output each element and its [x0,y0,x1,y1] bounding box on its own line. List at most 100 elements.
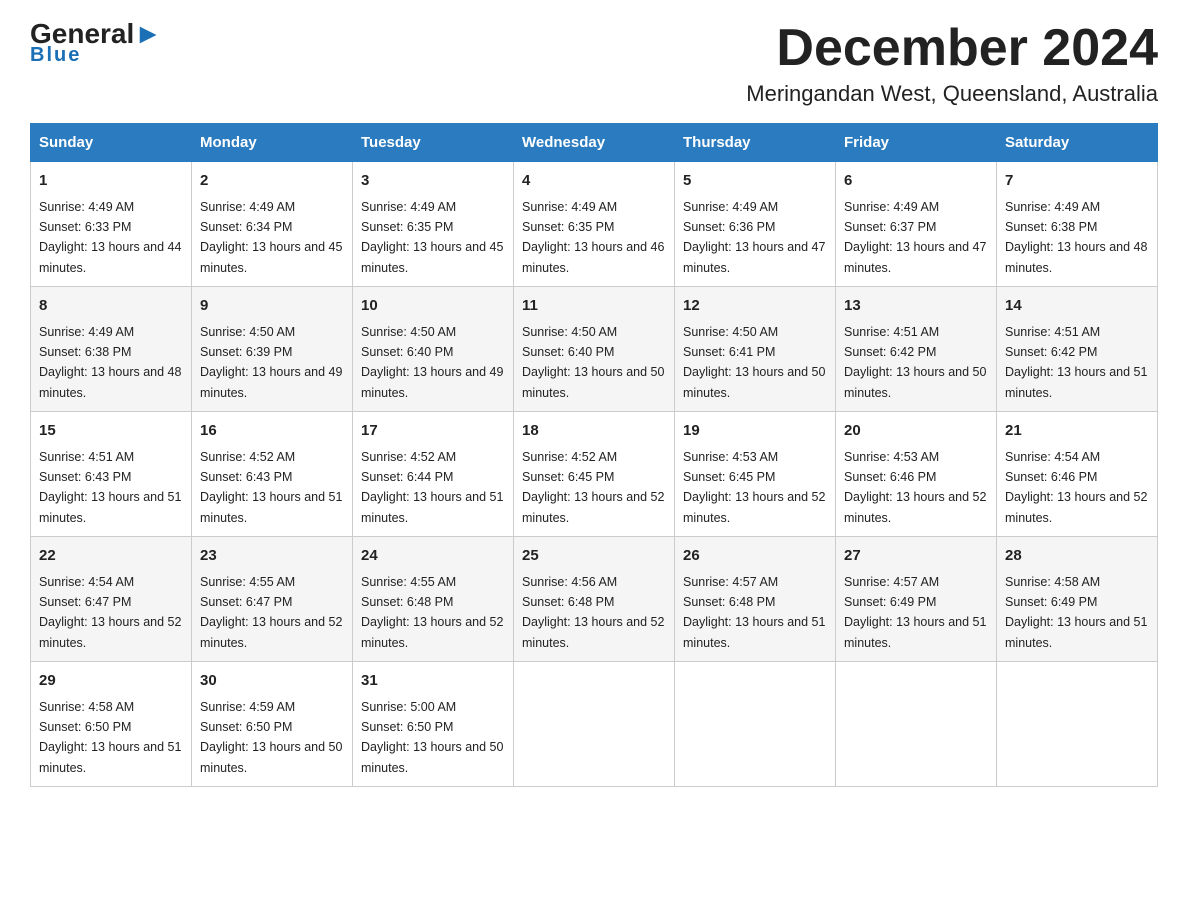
table-row: 7 Sunrise: 4:49 AMSunset: 6:38 PMDayligh… [997,162,1158,287]
table-row [675,662,836,787]
day-number: 25 [522,545,666,568]
day-info: Sunrise: 4:58 AMSunset: 6:50 PMDaylight:… [39,700,181,775]
day-info: Sunrise: 4:51 AMSunset: 6:43 PMDaylight:… [39,450,181,525]
table-row: 30 Sunrise: 4:59 AMSunset: 6:50 PMDaylig… [192,662,353,787]
table-row: 10 Sunrise: 4:50 AMSunset: 6:40 PMDaylig… [353,287,514,412]
table-row: 29 Sunrise: 4:58 AMSunset: 6:50 PMDaylig… [31,662,192,787]
day-number: 19 [683,420,827,443]
day-number: 20 [844,420,988,443]
col-saturday: Saturday [997,124,1158,162]
page-header: General► Blue December 2024 Meringandan … [30,20,1158,107]
logo: General► Blue [30,20,162,67]
table-row: 14 Sunrise: 4:51 AMSunset: 6:42 PMDaylig… [997,287,1158,412]
table-row: 9 Sunrise: 4:50 AMSunset: 6:39 PMDayligh… [192,287,353,412]
day-number: 4 [522,170,666,193]
day-number: 21 [1005,420,1149,443]
day-number: 16 [200,420,344,443]
table-row: 19 Sunrise: 4:53 AMSunset: 6:45 PMDaylig… [675,412,836,537]
day-info: Sunrise: 4:50 AMSunset: 6:39 PMDaylight:… [200,325,342,400]
calendar-week-row: 1 Sunrise: 4:49 AMSunset: 6:33 PMDayligh… [31,162,1158,287]
day-info: Sunrise: 4:49 AMSunset: 6:35 PMDaylight:… [522,200,664,275]
col-monday: Monday [192,124,353,162]
table-row: 22 Sunrise: 4:54 AMSunset: 6:47 PMDaylig… [31,537,192,662]
table-row: 5 Sunrise: 4:49 AMSunset: 6:36 PMDayligh… [675,162,836,287]
day-info: Sunrise: 5:00 AMSunset: 6:50 PMDaylight:… [361,700,503,775]
day-info: Sunrise: 4:49 AMSunset: 6:35 PMDaylight:… [361,200,503,275]
day-number: 13 [844,295,988,318]
table-row: 6 Sunrise: 4:49 AMSunset: 6:37 PMDayligh… [836,162,997,287]
day-info: Sunrise: 4:54 AMSunset: 6:47 PMDaylight:… [39,575,181,650]
day-number: 2 [200,170,344,193]
table-row: 26 Sunrise: 4:57 AMSunset: 6:48 PMDaylig… [675,537,836,662]
day-info: Sunrise: 4:59 AMSunset: 6:50 PMDaylight:… [200,700,342,775]
table-row [836,662,997,787]
day-info: Sunrise: 4:52 AMSunset: 6:43 PMDaylight:… [200,450,342,525]
day-info: Sunrise: 4:53 AMSunset: 6:46 PMDaylight:… [844,450,986,525]
table-row: 13 Sunrise: 4:51 AMSunset: 6:42 PMDaylig… [836,287,997,412]
calendar-title: December 2024 [746,20,1158,77]
day-info: Sunrise: 4:54 AMSunset: 6:46 PMDaylight:… [1005,450,1147,525]
day-info: Sunrise: 4:49 AMSunset: 6:34 PMDaylight:… [200,200,342,275]
table-row [997,662,1158,787]
day-number: 22 [39,545,183,568]
calendar-week-row: 8 Sunrise: 4:49 AMSunset: 6:38 PMDayligh… [31,287,1158,412]
table-row: 24 Sunrise: 4:55 AMSunset: 6:48 PMDaylig… [353,537,514,662]
calendar-header-row: Sunday Monday Tuesday Wednesday Thursday… [31,124,1158,162]
col-friday: Friday [836,124,997,162]
day-info: Sunrise: 4:50 AMSunset: 6:40 PMDaylight:… [361,325,503,400]
day-number: 24 [361,545,505,568]
day-number: 31 [361,670,505,693]
logo-arrow-shape: ► [134,18,162,49]
col-tuesday: Tuesday [353,124,514,162]
table-row: 3 Sunrise: 4:49 AMSunset: 6:35 PMDayligh… [353,162,514,287]
day-info: Sunrise: 4:55 AMSunset: 6:47 PMDaylight:… [200,575,342,650]
table-row: 4 Sunrise: 4:49 AMSunset: 6:35 PMDayligh… [514,162,675,287]
calendar-week-row: 15 Sunrise: 4:51 AMSunset: 6:43 PMDaylig… [31,412,1158,537]
day-number: 12 [683,295,827,318]
day-number: 23 [200,545,344,568]
day-number: 9 [200,295,344,318]
day-number: 6 [844,170,988,193]
day-info: Sunrise: 4:52 AMSunset: 6:44 PMDaylight:… [361,450,503,525]
day-info: Sunrise: 4:55 AMSunset: 6:48 PMDaylight:… [361,575,503,650]
table-row: 28 Sunrise: 4:58 AMSunset: 6:49 PMDaylig… [997,537,1158,662]
table-row: 20 Sunrise: 4:53 AMSunset: 6:46 PMDaylig… [836,412,997,537]
day-number: 7 [1005,170,1149,193]
day-info: Sunrise: 4:52 AMSunset: 6:45 PMDaylight:… [522,450,664,525]
table-row: 2 Sunrise: 4:49 AMSunset: 6:34 PMDayligh… [192,162,353,287]
day-info: Sunrise: 4:58 AMSunset: 6:49 PMDaylight:… [1005,575,1147,650]
day-number: 30 [200,670,344,693]
table-row: 31 Sunrise: 5:00 AMSunset: 6:50 PMDaylig… [353,662,514,787]
col-thursday: Thursday [675,124,836,162]
day-number: 27 [844,545,988,568]
day-number: 8 [39,295,183,318]
day-info: Sunrise: 4:57 AMSunset: 6:48 PMDaylight:… [683,575,825,650]
table-row: 15 Sunrise: 4:51 AMSunset: 6:43 PMDaylig… [31,412,192,537]
table-row: 27 Sunrise: 4:57 AMSunset: 6:49 PMDaylig… [836,537,997,662]
day-number: 3 [361,170,505,193]
day-number: 10 [361,295,505,318]
day-number: 1 [39,170,183,193]
calendar-week-row: 22 Sunrise: 4:54 AMSunset: 6:47 PMDaylig… [31,537,1158,662]
day-number: 14 [1005,295,1149,318]
day-info: Sunrise: 4:49 AMSunset: 6:36 PMDaylight:… [683,200,825,275]
calendar-week-row: 29 Sunrise: 4:58 AMSunset: 6:50 PMDaylig… [31,662,1158,787]
table-row: 11 Sunrise: 4:50 AMSunset: 6:40 PMDaylig… [514,287,675,412]
day-number: 15 [39,420,183,443]
day-number: 18 [522,420,666,443]
day-number: 11 [522,295,666,318]
table-row: 16 Sunrise: 4:52 AMSunset: 6:43 PMDaylig… [192,412,353,537]
table-row: 1 Sunrise: 4:49 AMSunset: 6:33 PMDayligh… [31,162,192,287]
table-row: 17 Sunrise: 4:52 AMSunset: 6:44 PMDaylig… [353,412,514,537]
day-info: Sunrise: 4:56 AMSunset: 6:48 PMDaylight:… [522,575,664,650]
col-sunday: Sunday [31,124,192,162]
title-block: December 2024 Meringandan West, Queensla… [746,20,1158,107]
day-number: 17 [361,420,505,443]
table-row: 23 Sunrise: 4:55 AMSunset: 6:47 PMDaylig… [192,537,353,662]
col-wednesday: Wednesday [514,124,675,162]
day-number: 29 [39,670,183,693]
day-number: 5 [683,170,827,193]
day-info: Sunrise: 4:51 AMSunset: 6:42 PMDaylight:… [844,325,986,400]
day-number: 26 [683,545,827,568]
day-info: Sunrise: 4:51 AMSunset: 6:42 PMDaylight:… [1005,325,1147,400]
